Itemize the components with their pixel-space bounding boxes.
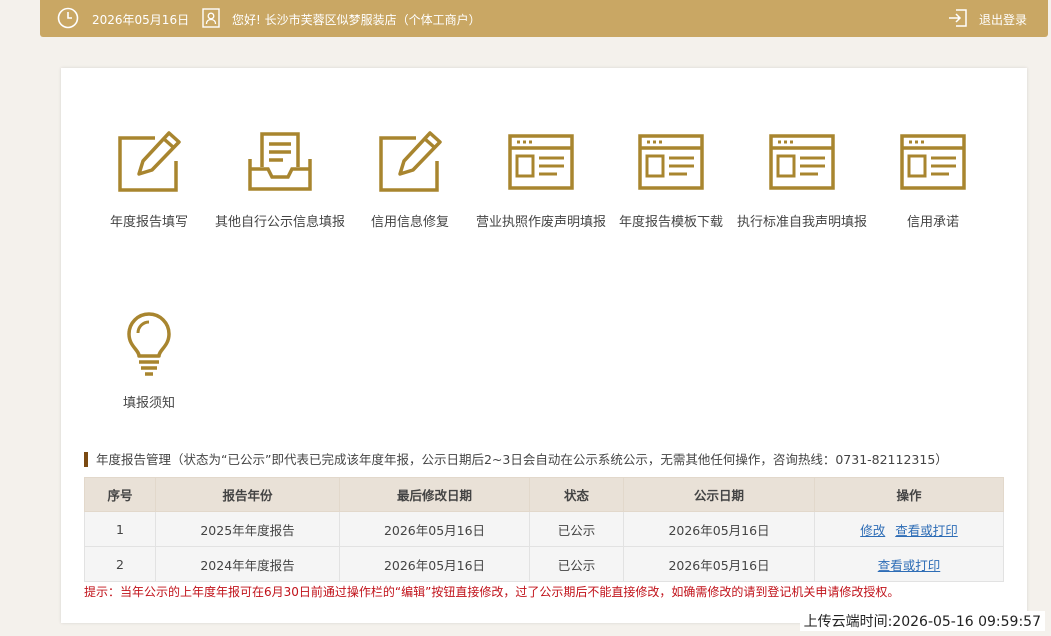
column-header: 操作 xyxy=(814,477,1004,512)
cell-no: 1 xyxy=(84,511,156,547)
tile-template-download[interactable]: 年度报告模板下载 xyxy=(606,131,736,230)
tile-credit-commitment[interactable]: 信用承诺 xyxy=(868,131,998,230)
cell-actions: 修改 查看或打印 xyxy=(814,511,1004,547)
cell-published: 2026年05月16日 xyxy=(623,511,815,547)
tile-label: 信用信息修复 xyxy=(370,215,449,230)
user-icon xyxy=(202,8,220,28)
cell-modified: 2026年05月16日 xyxy=(339,511,530,547)
tile-license-void-statement[interactable]: 营业执照作废声明填报 xyxy=(476,131,606,230)
cell-year: 2024年年度报告 xyxy=(155,546,340,582)
edit-report-icon xyxy=(118,131,181,192)
edit-link[interactable]: 修改 xyxy=(860,523,885,538)
greeting-text: 您好! 长沙市芙蓉区似梦服装店（个体工商户） xyxy=(232,13,481,27)
table-row: 2 2024年年度报告 2026年05月16日 已公示 2026年05月16日 … xyxy=(84,546,1004,582)
browser-window-icon xyxy=(508,134,574,190)
tile-credit-repair[interactable]: 信用信息修复 xyxy=(345,131,475,230)
cell-status: 已公示 xyxy=(529,546,624,582)
tile-annual-report-fill[interactable]: 年度报告填写 xyxy=(84,131,214,230)
table-row: 1 2025年年度报告 2026年05月16日 已公示 2026年05月16日 … xyxy=(84,511,1004,547)
upload-time-label: 上传云端时间:2026-05-16 09:59:57 xyxy=(799,611,1045,631)
top-bar: 2026年05月16日 您好! 长沙市芙蓉区似梦服装店（个体工商户） 退出登录 xyxy=(40,0,1048,37)
tile-label: 信用承诺 xyxy=(906,215,959,230)
tile-other-public-info[interactable]: 其他自行公示信息填报 xyxy=(215,131,345,230)
column-header: 报告年份 xyxy=(155,477,340,512)
tile-label: 其他自行公示信息填报 xyxy=(215,215,346,230)
tile-label: 年度报告模板下载 xyxy=(618,215,723,230)
cell-modified: 2026年05月16日 xyxy=(339,546,530,582)
logout-link[interactable]: 退出登录 xyxy=(979,11,1027,28)
cell-status: 已公示 xyxy=(529,511,624,547)
view-print-link[interactable]: 查看或打印 xyxy=(878,558,941,573)
tile-standard-self-declaration[interactable]: 执行标准自我声明填报 xyxy=(737,131,867,230)
header-date: 2026年05月16日 xyxy=(92,13,190,27)
annual-report-table: 序号 报告年份 最后修改日期 状态 公示日期 操作 1 2025年年度报告 20… xyxy=(84,477,1004,582)
column-header: 公示日期 xyxy=(623,477,815,512)
logout-icon[interactable] xyxy=(948,8,968,28)
browser-window-icon xyxy=(900,134,966,190)
edit-report-icon xyxy=(379,131,442,192)
cell-year: 2025年年度报告 xyxy=(155,511,340,547)
clock-icon xyxy=(57,7,79,29)
section-title: 年度报告管理（状态为“已公示”即代表已完成该年度年报，公示日期后2~3日会自动在… xyxy=(84,452,948,467)
tile-label: 年度报告填写 xyxy=(109,215,188,230)
column-header: 状态 xyxy=(529,477,624,512)
tile-label: 营业执照作废声明填报 xyxy=(476,215,607,230)
lightbulb-icon xyxy=(127,312,171,376)
tile-label: 执行标准自我声明填报 xyxy=(737,215,868,230)
browser-window-icon xyxy=(769,134,835,190)
view-print-link[interactable]: 查看或打印 xyxy=(895,523,958,538)
tip-text: 提示：当年公示的上年度年报可在6月30日前通过操作栏的“编辑”按钮直接修改，过了… xyxy=(84,585,900,599)
inbox-document-icon xyxy=(248,132,312,191)
tile-label: 填报须知 xyxy=(122,396,175,411)
main-card: 年度报告填写 其他自行公示信息填报 信用信息修复 营业执照作废声明填报 年度报告… xyxy=(61,68,1027,623)
tile-filing-notice[interactable]: 填报须知 xyxy=(84,312,214,411)
column-header: 序号 xyxy=(84,477,156,512)
cell-published: 2026年05月16日 xyxy=(623,546,815,582)
table-header-row: 序号 报告年份 最后修改日期 状态 公示日期 操作 xyxy=(84,477,1004,512)
cell-no: 2 xyxy=(84,546,156,582)
browser-window-icon xyxy=(638,134,704,190)
cell-actions: 查看或打印 xyxy=(814,546,1004,582)
column-header: 最后修改日期 xyxy=(339,477,530,512)
